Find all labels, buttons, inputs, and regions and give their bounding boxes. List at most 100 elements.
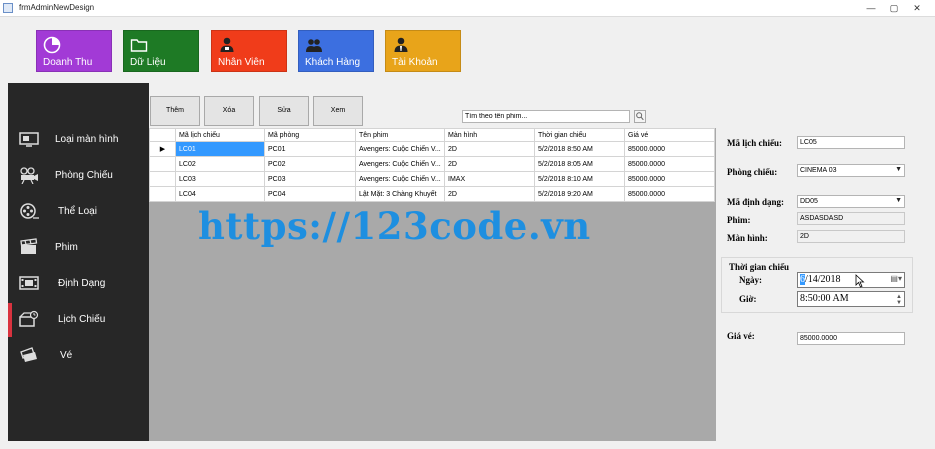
film-reel-icon <box>20 203 39 219</box>
table-cell[interactable]: 85000.0000 <box>624 186 715 202</box>
table-cell[interactable]: LC01 <box>175 141 265 157</box>
row-header <box>149 156 176 172</box>
column-header[interactable]: Mã phòng <box>264 128 356 142</box>
table-cell[interactable]: 85000.0000 <box>624 141 715 157</box>
tile-khach-hang[interactable]: Khách Hàng <box>298 30 374 72</box>
ticket-icon <box>20 347 37 362</box>
table-cell[interactable]: 2D <box>444 141 535 157</box>
employee-icon <box>220 37 234 52</box>
ma-lich-chieu-field[interactable]: LC05 <box>797 136 905 149</box>
monitor-icon <box>19 132 39 147</box>
table-row[interactable]: LC02 PC02 Avengers: Cuộc Chiến V... 2D 5… <box>149 156 715 172</box>
sidebar-item-label: Phòng Chiếu <box>55 170 113 181</box>
table-cell[interactable]: PC03 <box>264 171 356 187</box>
sidebar-item-lich-chieu[interactable]: Lịch Chiếu <box>8 303 149 337</box>
phong-chieu-label: Phòng chiếu: <box>727 167 778 177</box>
column-header[interactable]: Giá vé <box>624 128 715 142</box>
table-cell[interactable]: 85000.0000 <box>624 171 715 187</box>
watermark-text: https://123code.vn <box>198 204 591 248</box>
add-button[interactable]: Thêm <box>150 96 200 126</box>
row-header <box>149 171 176 187</box>
row-header <box>149 186 176 202</box>
phim-label: Phim: <box>727 215 751 225</box>
grid-header-row: Mã lịch chiếu Mã phòng Tên phim Màn hình… <box>149 128 715 142</box>
gio-label: Giờ: <box>739 294 757 304</box>
column-header[interactable]: Mã lịch chiếu <box>175 128 265 142</box>
edit-button[interactable]: Sửa <box>259 96 309 126</box>
mouse-cursor-icon <box>855 274 865 288</box>
column-header[interactable]: Thời gian chiếu <box>534 128 625 142</box>
chevron-down-icon: ▼ <box>895 197 902 204</box>
tile-label: Dữ Liệu <box>130 57 166 68</box>
phim-field[interactable]: ASDASDASD <box>797 212 905 225</box>
tile-label: Tài Khoản <box>392 57 438 68</box>
column-header[interactable]: Màn hình <box>444 128 535 142</box>
tile-nhan-vien[interactable]: Nhân Viên <box>211 30 287 72</box>
schedule-panel: Thêm Xóa Sửa Xem Mã lịch chiếu Mã phòng … <box>149 83 717 441</box>
sidebar-item-ve[interactable]: Vé <box>8 339 149 373</box>
tile-label: Nhân Viên <box>218 57 265 68</box>
table-cell[interactable]: Avengers: Cuộc Chiến V... <box>355 156 445 172</box>
time-value: 8:50:00 AM <box>800 293 849 304</box>
sidebar-item-the-loai[interactable]: Thể Loại <box>8 195 149 229</box>
spinner-icon[interactable]: ▲ ▼ <box>896 294 902 306</box>
search-movie-input[interactable] <box>462 110 630 123</box>
sidebar-item-label: Lịch Chiếu <box>58 314 106 325</box>
table-row[interactable]: LC04 PC04 Lật Mặt: 3 Chàng Khuyết 2D 5/2… <box>149 186 715 202</box>
window-title: frmAdminNewDesign <box>19 3 95 12</box>
phong-chieu-select[interactable]: CINEMA 03 ▼ <box>797 164 905 177</box>
table-cell[interactable]: 5/2/2018 8:50 AM <box>534 141 625 157</box>
table-cell[interactable]: IMAX <box>444 171 535 187</box>
ma-dinh-dang-value: DD05 <box>800 198 818 205</box>
search-button[interactable] <box>634 110 646 123</box>
tile-label: Khách Hàng <box>305 57 361 68</box>
column-header[interactable]: Tên phim <box>355 128 445 142</box>
sidebar-item-dinh-dang[interactable]: Định Dạng <box>8 267 149 301</box>
table-cell[interactable]: PC01 <box>264 141 356 157</box>
date-picker[interactable]: 6/14/2018 ▤▾ <box>797 272 905 288</box>
sidebar-item-loai-man-hinh[interactable]: Loại màn hình <box>8 123 149 157</box>
tile-tai-khoan[interactable]: Tài Khoản <box>385 30 461 72</box>
gia-ve-field[interactable]: 85000.0000 <box>797 332 905 345</box>
table-cell[interactable]: 5/2/2018 8:05 AM <box>534 156 625 172</box>
table-row[interactable]: ▶ LC01 PC01 Avengers: Cuộc Chiến V... 2D… <box>149 141 715 157</box>
sidebar-item-phong-chieu[interactable]: Phòng Chiếu <box>8 159 149 193</box>
table-cell[interactable]: 5/2/2018 9:20 AM <box>534 186 625 202</box>
maximize-button[interactable]: ▢ <box>884 0 904 17</box>
sidebar-item-label: Định Dạng <box>58 278 106 289</box>
time-picker[interactable]: 8:50:00 AM ▲ ▼ <box>797 291 905 307</box>
ma-lich-chieu-label: Mã lịch chiếu: <box>727 138 782 148</box>
table-cell[interactable]: LC04 <box>175 186 265 202</box>
close-button[interactable]: ✕ <box>907 0 927 17</box>
table-cell[interactable]: Avengers: Cuộc Chiến V... <box>355 141 445 157</box>
sidebar-item-phim[interactable]: Phim <box>8 231 149 265</box>
table-row[interactable]: LC03 PC03 Avengers: Cuộc Chiến V... IMAX… <box>149 171 715 187</box>
table-cell[interactable]: 2D <box>444 156 535 172</box>
table-cell[interactable]: PC02 <box>264 156 356 172</box>
app-icon <box>3 3 13 13</box>
table-cell[interactable]: PC04 <box>264 186 356 202</box>
tile-du-lieu[interactable]: Dữ Liệu <box>123 30 199 72</box>
projector-icon <box>20 167 38 184</box>
schedule-grid: Mã lịch chiếu Mã phòng Tên phim Màn hình… <box>149 128 715 202</box>
table-cell[interactable]: LC03 <box>175 171 265 187</box>
phong-chieu-value: CINEMA 03 <box>800 167 837 174</box>
table-cell[interactable]: LC02 <box>175 156 265 172</box>
man-hinh-label: Màn hình: <box>727 233 768 243</box>
minimize-button[interactable]: — <box>861 0 881 17</box>
ma-dinh-dang-label: Mã định dạng: <box>727 197 785 207</box>
ma-dinh-dang-select[interactable]: DD05 ▼ <box>797 195 905 208</box>
tile-doanh-thu[interactable]: Doanh Thu <box>36 30 112 72</box>
film-strip-icon <box>19 276 39 290</box>
table-cell[interactable]: 2D <box>444 186 535 202</box>
table-cell[interactable]: Lật Mặt: 3 Chàng Khuyết <box>355 186 445 202</box>
row-header-corner <box>149 128 176 142</box>
table-cell[interactable]: Avengers: Cuộc Chiến V... <box>355 171 445 187</box>
calendar-dropdown-icon[interactable]: ▤▾ <box>890 274 902 283</box>
delete-button[interactable]: Xóa <box>204 96 254 126</box>
search-icon <box>636 112 644 121</box>
table-cell[interactable]: 85000.0000 <box>624 156 715 172</box>
table-cell[interactable]: 5/2/2018 8:10 AM <box>534 171 625 187</box>
view-button[interactable]: Xem <box>313 96 363 126</box>
man-hinh-field[interactable]: 2D <box>797 230 905 243</box>
